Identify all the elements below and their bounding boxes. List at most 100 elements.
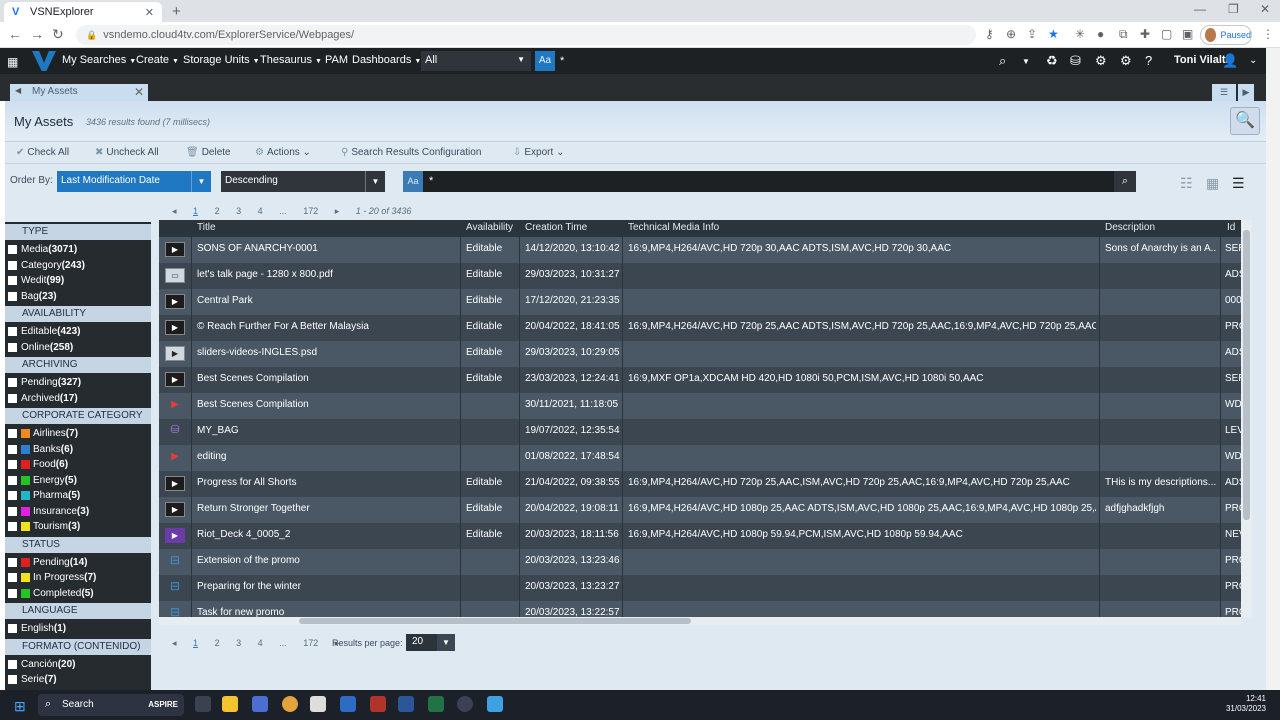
vertical-scrollbar[interactable]: [1241, 220, 1252, 618]
filter-section-header[interactable]: ARCHIVING: [5, 357, 151, 373]
page-link[interactable]: 172: [303, 638, 318, 648]
video-thumbnail-icon[interactable]: ▶: [165, 320, 185, 335]
cell-title[interactable]: Extension of the promo: [197, 555, 457, 566]
table-row[interactable]: ▶ Best Scenes Compilation 30/11/2021, 11:1…: [159, 393, 1241, 419]
basket-icon[interactable]: ⛁: [1070, 53, 1081, 69]
video-thumbnail-icon[interactable]: ▶: [165, 242, 185, 257]
translate-icon[interactable]: ⧉: [1119, 27, 1128, 42]
video-thumbnail-icon[interactable]: ▶: [165, 476, 185, 491]
table-row[interactable]: ⊟ Task for new promo 20/03/2023, 13:22:57 P…: [159, 601, 1241, 618]
table-row[interactable]: ⊟ Preparing for the winter 20/03/2023, 13:…: [159, 575, 1241, 601]
filter-checkbox[interactable]: [8, 557, 17, 567]
filter-checkbox[interactable]: [8, 342, 17, 352]
filter-item[interactable]: Online (258): [5, 340, 151, 356]
table-row[interactable]: ▭ let's talk page - 1280 x 800.pdf Editabl…: [159, 263, 1241, 289]
horizontal-scrollbar[interactable]: [159, 617, 1241, 625]
zoom-icon[interactable]: ⊕: [1006, 27, 1016, 41]
filter-checkbox[interactable]: [8, 506, 17, 516]
filter-section-header[interactable]: CORPORATE CATEGORY: [5, 408, 151, 424]
scope-select[interactable]: All ▼: [421, 51, 531, 71]
tab-list-icon[interactable]: ☰: [1212, 84, 1236, 101]
app-icon[interactable]: [457, 696, 473, 712]
cell-title[interactable]: Best Scenes Compilation: [197, 399, 457, 410]
filter-checkbox[interactable]: [8, 429, 17, 439]
page-link[interactable]: 172: [303, 206, 318, 216]
filter-checkbox[interactable]: [8, 659, 17, 669]
scrollbar-thumb[interactable]: [299, 618, 691, 624]
page-link[interactable]: 2: [215, 206, 220, 216]
video-thumbnail-icon[interactable]: ▶: [165, 528, 185, 543]
filter-item[interactable]: Pharma (5): [5, 488, 151, 504]
cell-title[interactable]: SONS OF ANARCHY-0001: [197, 243, 457, 254]
cell-title[interactable]: Central Park: [197, 295, 457, 306]
filter-section-header[interactable]: FORMATO (CONTENIDO): [5, 638, 151, 655]
filter-section-header[interactable]: AVAILABILITY: [5, 306, 151, 322]
menu-storage-units[interactable]: Storage Units ▼: [183, 54, 260, 66]
app-icon[interactable]: [310, 696, 326, 712]
cell-title[interactable]: Progress for All Shorts: [197, 477, 457, 488]
profile-button[interactable]: Paused: [1200, 25, 1252, 45]
cell-title[interactable]: Riot_Deck 4_0005_2: [197, 529, 457, 540]
key-icon[interactable]: ⚷: [985, 27, 994, 41]
global-search-query[interactable]: *: [560, 55, 564, 67]
cookie-icon[interactable]: ●: [1097, 27, 1104, 41]
image-icon[interactable]: ▶: [165, 346, 185, 361]
table-row[interactable]: ▶ Riot_Deck 4_0005_2 Editable 20/03/2023, 1…: [159, 523, 1241, 549]
page-link[interactable]: 3: [236, 638, 241, 648]
filter-item[interactable]: Banks (6): [5, 442, 151, 458]
order-field-select[interactable]: Last Modification Date ▼: [57, 171, 211, 192]
check-all-button[interactable]: ✔ Check All: [16, 147, 69, 158]
restore-icon[interactable]: ❐: [1228, 2, 1239, 16]
tab-my-assets[interactable]: ◀ My Assets ✕: [10, 84, 148, 101]
filter-checkbox[interactable]: [8, 327, 17, 337]
document-icon[interactable]: ▭: [165, 268, 185, 283]
user-icon[interactable]: 👤: [1222, 53, 1238, 69]
detail-view-icon[interactable]: ☰: [1232, 175, 1245, 192]
filter-checkbox[interactable]: [8, 378, 17, 388]
url-field[interactable]: 🔒 vsndemo.cloud4tv.com/ExplorerService/W…: [76, 25, 976, 45]
filter-section-header[interactable]: STATUS: [5, 536, 151, 553]
tab-scroll-right-icon[interactable]: ▶: [1238, 84, 1254, 101]
table-row[interactable]: ▶ Progress for All Shorts Editable 21/04/20…: [159, 471, 1241, 497]
browser-tab[interactable]: V VSNExplorer ✕: [4, 2, 162, 22]
filter-item[interactable]: Pending (14): [5, 555, 151, 571]
app-icon[interactable]: [252, 696, 268, 712]
filter-item[interactable]: Airlines (7): [5, 426, 151, 442]
app-icon[interactable]: [340, 696, 356, 712]
table-row[interactable]: ▶ editing 01/08/2022, 17:48:54 WDT: [159, 445, 1241, 471]
cell-title[interactable]: MY_BAG: [197, 425, 457, 436]
column-header-creation-time[interactable]: Creation Time: [525, 222, 587, 233]
filter-checkbox[interactable]: [8, 276, 17, 286]
filter-checkbox[interactable]: [8, 260, 17, 270]
forward-icon[interactable]: →: [30, 26, 44, 42]
actions-button[interactable]: ⚙ Actions ⌄: [255, 147, 311, 158]
delete-button[interactable]: 🗑 Delete: [186, 147, 231, 158]
filter-checkbox[interactable]: [8, 491, 17, 501]
video-thumbnail-icon[interactable]: ▶: [165, 502, 185, 517]
file-explorer-icon[interactable]: [222, 696, 238, 712]
filter-checkbox[interactable]: [8, 675, 17, 685]
export-button[interactable]: ⇩ Export ⌄: [513, 147, 564, 158]
table-row[interactable]: ▶ © Reach Further For A Better Malaysia Ed…: [159, 315, 1241, 341]
minimize-icon[interactable]: —: [1194, 2, 1206, 16]
filter-checkbox[interactable]: [8, 245, 17, 255]
menu-my-searches[interactable]: My Searches ▼: [62, 54, 136, 66]
vsn-logo[interactable]: [32, 51, 56, 71]
page-link[interactable]: 3: [236, 206, 241, 216]
filter-item[interactable]: English (1): [5, 621, 151, 637]
column-header-availability[interactable]: Availability: [466, 222, 513, 233]
filter-checkbox[interactable]: [8, 444, 17, 454]
filter-item[interactable]: Insurance (3): [5, 504, 151, 520]
filter-checkbox[interactable]: [8, 475, 17, 485]
puzzle-icon[interactable]: ✚: [1140, 27, 1150, 41]
reload-icon[interactable]: ↻: [52, 26, 64, 43]
table-row[interactable]: ▶ Return Stronger Together Editable 20/04/2…: [159, 497, 1241, 523]
cell-title[interactable]: Best Scenes Compilation: [197, 373, 457, 384]
bag-icon[interactable]: ⛁: [165, 424, 185, 439]
filter-item[interactable]: Energy (5): [5, 473, 151, 489]
table-row[interactable]: ▶ sliders-videos-INGLES.psd Editable 29/03/…: [159, 341, 1241, 367]
advanced-search-icon[interactable]: 🔍: [1230, 107, 1260, 135]
table-row[interactable]: ▶ Best Scenes Compilation Editable 23/03/20…: [159, 367, 1241, 393]
chrome-icon[interactable]: [282, 696, 298, 712]
cell-title[interactable]: Preparing for the winter: [197, 581, 457, 592]
